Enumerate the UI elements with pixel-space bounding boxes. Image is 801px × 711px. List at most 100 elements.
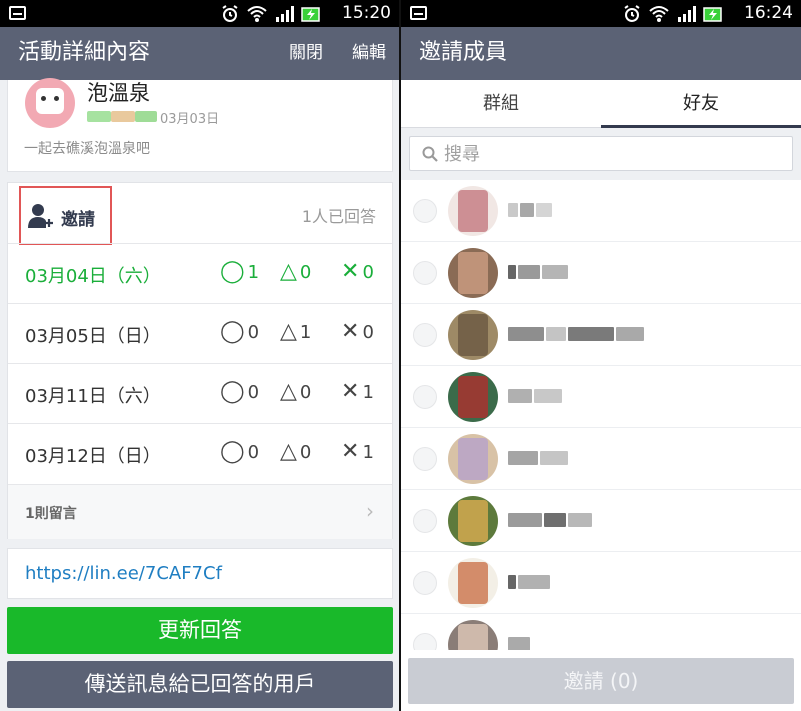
signal-icon <box>276 5 294 22</box>
no-count: ✕ 0 <box>341 321 374 343</box>
blurred-creator-name <box>111 111 135 122</box>
yes-count-value: 0 <box>247 321 260 343</box>
tab-groups[interactable]: 群組 <box>401 80 601 128</box>
select-radio[interactable] <box>413 385 437 409</box>
alarm-icon <box>624 4 640 22</box>
update-answer-button[interactable]: 更新回答 <box>7 607 393 654</box>
send-message-button[interactable]: 傳送訊息給已回答的用戶 <box>7 661 393 708</box>
maybe-count-value: 1 <box>299 321 312 343</box>
maybe-count: △ 1 <box>280 321 311 343</box>
maybe-count-value: 0 <box>299 381 312 403</box>
friend-row[interactable] <box>401 366 801 428</box>
comments-row[interactable]: 1則留言 › <box>8 484 392 539</box>
date-option-row[interactable]: 03月12日（日） ◯ 0 △ 0 ✕ 1 <box>8 423 392 483</box>
maybe-count: △ 0 <box>280 441 311 463</box>
gallery-notification-icon <box>410 6 427 20</box>
blurred-friend-name <box>508 572 550 592</box>
battery-charging-icon <box>301 6 320 22</box>
invite-label: 邀請 <box>61 210 95 230</box>
clock: 16:24 <box>744 3 793 23</box>
close-button[interactable]: 關閉 <box>289 42 323 64</box>
clock: 15:20 <box>342 3 391 23</box>
blurred-creator-name <box>135 111 157 122</box>
blurred-friend-name <box>508 324 644 344</box>
maybe-count: △ 0 <box>280 381 311 403</box>
event-title: 泡溫泉 <box>87 81 150 105</box>
friend-avatar <box>448 434 498 484</box>
date-option-row[interactable]: 03月05日（日） ◯ 0 △ 1 ✕ 0 <box>8 303 392 363</box>
comments-label: 1則留言 <box>25 506 77 522</box>
invite-submit-button[interactable]: 邀請 (0) <box>408 658 794 704</box>
event-description: 一起去礁溪泡溫泉吧 <box>24 141 150 157</box>
select-radio[interactable] <box>413 447 437 471</box>
edit-button[interactable]: 編輯 <box>352 42 386 64</box>
no-count-value: 1 <box>362 381 374 403</box>
search-input[interactable] <box>444 142 774 166</box>
status-icons <box>622 3 723 24</box>
circle-icon: ◯ <box>220 379 245 404</box>
status-bar: 16:24 <box>401 0 801 27</box>
friend-row[interactable] <box>401 304 801 366</box>
tab-friends[interactable]: 好友 <box>601 80 801 128</box>
page-title: 邀請成員 <box>419 40 508 65</box>
answered-count: 1人已回答 <box>301 207 376 226</box>
friend-avatar <box>448 186 498 236</box>
invite-button[interactable]: 邀請 <box>19 186 112 245</box>
gallery-notification-icon <box>9 6 26 20</box>
select-radio[interactable] <box>413 509 437 533</box>
friend-row[interactable] <box>401 552 801 614</box>
chevron-right-icon: › <box>366 499 374 523</box>
friend-avatar <box>448 558 498 608</box>
screenshot-composite: 15:20 活動詳細內容 關閉 編輯 泡溫泉 03月03日 一起去礁溪泡溫泉吧 <box>0 0 801 711</box>
schedule-card: 邀請 1人已回答 03月04日（六） ◯ 1 △ 0 ✕ 0 03月05日（日） ◯ 0… <box>7 182 393 539</box>
no-count-value: 0 <box>362 321 374 343</box>
select-radio[interactable] <box>413 571 437 595</box>
maybe-count-value: 0 <box>299 441 312 463</box>
triangle-icon: △ <box>280 319 297 344</box>
blurred-friend-name <box>508 200 552 220</box>
circle-icon: ◯ <box>220 319 245 344</box>
triangle-icon: △ <box>280 439 297 464</box>
yes-count: ◯ 0 <box>220 441 259 463</box>
select-radio[interactable] <box>413 261 437 285</box>
signal-icon <box>678 5 696 22</box>
select-radio[interactable] <box>413 323 437 347</box>
maybe-count-value: 0 <box>299 261 312 283</box>
date-option-label: 03月12日（日） <box>25 446 161 467</box>
search-icon <box>422 146 438 162</box>
share-link-card: https://lin.ee/7CAF7Cf <box>7 548 393 599</box>
date-option-row[interactable]: 03月11日（六） ◯ 0 △ 0 ✕ 1 <box>8 363 392 423</box>
no-count: ✕ 1 <box>341 441 374 463</box>
blurred-friend-name <box>508 262 568 282</box>
blurred-friend-name <box>508 386 562 406</box>
triangle-icon: △ <box>280 379 297 404</box>
yes-count-value: 0 <box>247 441 260 463</box>
circle-icon: ◯ <box>220 439 245 464</box>
invite-members-screen: 16:24 邀請成員 群組 好友 搜尋 邀請 (0) <box>401 0 801 711</box>
date-option-row[interactable]: 03月04日（六） ◯ 1 △ 0 ✕ 0 <box>8 243 392 303</box>
friend-row[interactable] <box>401 490 801 552</box>
event-detail-screen: 15:20 活動詳細內容 關閉 編輯 泡溫泉 03月03日 一起去礁溪泡溫泉吧 <box>0 0 399 711</box>
app-bar: 邀請成員 <box>401 27 801 80</box>
blurred-friend-name <box>508 448 568 468</box>
friend-avatar <box>448 248 498 298</box>
yes-count: ◯ 1 <box>220 261 259 283</box>
triangle-icon: △ <box>280 259 297 284</box>
wifi-icon <box>247 5 267 22</box>
blurred-creator-name <box>87 111 111 122</box>
share-link[interactable]: https://lin.ee/7CAF7Cf <box>25 563 222 584</box>
no-count-value: 1 <box>362 441 374 463</box>
friend-row[interactable] <box>401 242 801 304</box>
page-title: 活動詳細內容 <box>18 40 151 65</box>
event-avatar <box>25 78 75 128</box>
friend-avatar <box>448 310 498 360</box>
friend-row[interactable] <box>401 428 801 490</box>
search-box <box>409 136 793 171</box>
friend-row[interactable] <box>401 180 801 242</box>
cross-icon: ✕ <box>341 379 360 404</box>
no-count: ✕ 1 <box>341 381 374 403</box>
select-radio[interactable] <box>413 199 437 223</box>
date-option-label: 03月11日（六） <box>25 386 161 407</box>
date-option-label: 03月05日（日） <box>25 326 161 347</box>
maybe-count: △ 0 <box>280 261 311 283</box>
